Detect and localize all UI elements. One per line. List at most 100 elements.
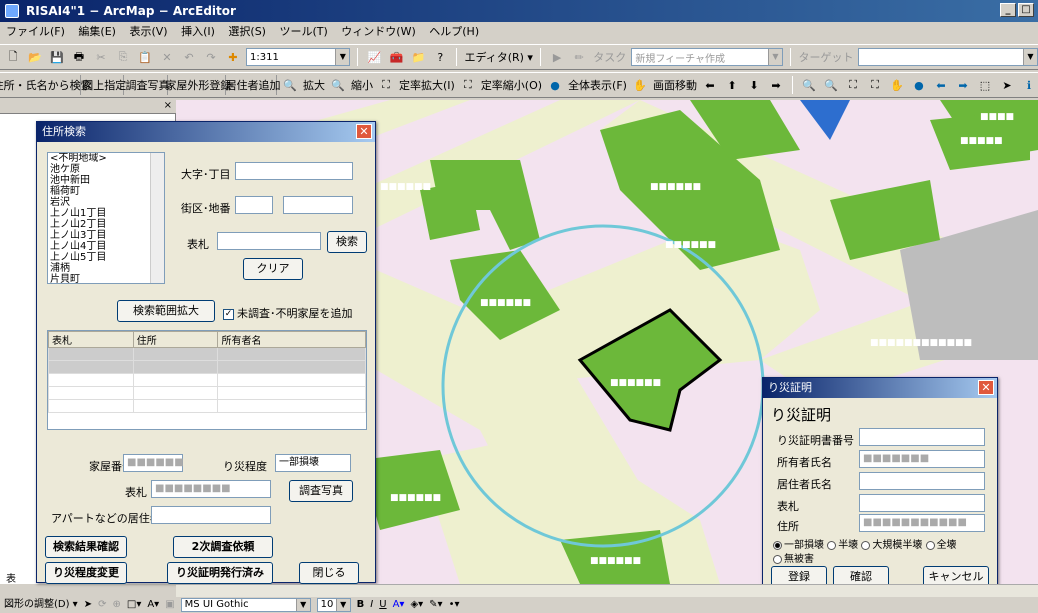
survey-photo-button[interactable]: 調査写真: [126, 75, 170, 95]
redo-icon[interactable]: ↷: [202, 47, 220, 67]
fixed-zoom-in-button[interactable]: 定率拡大(I): [399, 77, 455, 93]
drawing-menu[interactable]: 図形の調整(D) ▾: [4, 597, 78, 613]
rotate-icon[interactable]: ⟳: [98, 597, 106, 613]
list-item[interactable]: 浦柄: [48, 263, 164, 274]
address-field[interactable]: ■■■■■■■■■■■: [859, 514, 985, 532]
editor-menu[interactable]: エディタ(R) ▾: [464, 47, 533, 67]
pan-button[interactable]: 画面移動: [653, 77, 697, 93]
menu-view[interactable]: 表示(V): [129, 25, 167, 38]
close-button[interactable]: ✕: [356, 124, 372, 139]
task-combo[interactable]: 新規フィーチャ作成 ▼: [631, 48, 783, 66]
table-row[interactable]: [48, 399, 366, 413]
radio-half[interactable]: 半壊: [827, 540, 858, 551]
list-item[interactable]: 上ノ山1丁目: [48, 208, 164, 219]
expand-search-button[interactable]: 検索範囲拡大: [117, 300, 215, 322]
select-arrow-icon[interactable]: ➤: [84, 597, 92, 613]
list-item[interactable]: 片貝町: [48, 274, 164, 283]
kaoku-field[interactable]: ■■■■■■: [123, 454, 184, 472]
bold-button[interactable]: B: [357, 597, 365, 613]
zoom-whole-icon[interactable]: ⊕: [112, 597, 120, 613]
fixed-zoom-out-icon[interactable]: ⛶: [459, 75, 477, 95]
fixed-in-tool-icon[interactable]: ⛶: [844, 75, 862, 95]
column-header[interactable]: 所有者名: [217, 331, 366, 348]
menu-window[interactable]: ウィンドウ(W): [341, 25, 415, 38]
close-button[interactable]: ✕: [978, 380, 994, 395]
fill-color-icon[interactable]: ◈▾: [410, 597, 423, 613]
list-item[interactable]: <不明地域>: [48, 153, 164, 164]
table-row[interactable]: [48, 360, 366, 374]
list-item[interactable]: 岩沢: [48, 197, 164, 208]
table-row[interactable]: [48, 386, 366, 400]
menu-help[interactable]: ヘルプ(H): [429, 25, 479, 38]
list-item[interactable]: 上ノ山5丁目: [48, 252, 164, 263]
text-icon[interactable]: A▾: [147, 597, 159, 613]
open-icon[interactable]: 📂: [26, 47, 44, 67]
list-item[interactable]: 上ノ山4丁目: [48, 241, 164, 252]
select-features-icon[interactable]: ⬚: [976, 75, 994, 95]
fixed-zoom-out-button[interactable]: 定率縮小(O): [481, 77, 542, 93]
oaza-field[interactable]: [235, 162, 353, 180]
new-icon[interactable]: 🗋: [4, 47, 22, 67]
menu-tools[interactable]: ツール(T): [279, 25, 327, 38]
owner-field[interactable]: ■■■■■■■: [859, 450, 985, 468]
hyosatsu2-field[interactable]: ■■■■■■■■: [151, 480, 271, 498]
forward-extent-icon[interactable]: ➡: [954, 75, 972, 95]
paste-icon[interactable]: 📋: [136, 47, 154, 67]
edit-tool-icon[interactable]: ▶: [548, 47, 566, 67]
cert-issued-button[interactable]: り災証明発行済み: [167, 562, 273, 584]
table-row[interactable]: [48, 373, 366, 387]
italic-button[interactable]: I: [370, 597, 373, 613]
scrollbar[interactable]: [150, 153, 164, 283]
register-outline-button[interactable]: 家屋外形登録: [165, 75, 231, 95]
results-table[interactable]: 表札 住所 所有者名: [47, 330, 367, 430]
fixed-zoom-in-icon[interactable]: ⛶: [377, 75, 395, 95]
change-damage-button[interactable]: り災程度変更: [45, 562, 127, 584]
globe-icon[interactable]: ●: [546, 75, 564, 95]
arrow-down-icon[interactable]: ⬇: [745, 75, 763, 95]
add-resident-button[interactable]: 居住者追加: [226, 75, 281, 95]
delete-icon[interactable]: ✕: [158, 47, 176, 67]
toc-tab-label[interactable]: 表: [6, 570, 16, 585]
radio-total[interactable]: 全壊: [925, 540, 957, 551]
resident-field[interactable]: [151, 506, 271, 524]
underline-button[interactable]: U: [379, 597, 386, 613]
list-item[interactable]: 池中新田: [48, 175, 164, 186]
zoom-in-tool-icon[interactable]: 🔍: [800, 75, 818, 95]
font-size-combo[interactable]: 10 ▼: [316, 598, 351, 612]
minimize-button[interactable]: _: [1000, 3, 1016, 17]
zoom-out-tool-icon[interactable]: 🔍: [822, 75, 840, 95]
menu-file[interactable]: ファイル(F): [6, 25, 65, 38]
marker-color-icon[interactable]: •▾: [449, 597, 460, 613]
maximize-button[interactable]: □: [1018, 3, 1034, 17]
fixed-out-tool-icon[interactable]: ⛶: [866, 75, 884, 95]
line-color-icon[interactable]: ✎▾: [429, 597, 442, 613]
chiban-field[interactable]: [283, 196, 353, 214]
full-extent-icon[interactable]: ●: [910, 75, 928, 95]
zoom-in-button[interactable]: 拡大: [303, 77, 325, 93]
picture-icon[interactable]: ▣: [165, 597, 174, 613]
pan-tool-icon[interactable]: ✋: [888, 75, 906, 95]
hyosatsu-field[interactable]: [217, 232, 321, 250]
zoom-out-icon[interactable]: 🔍: [329, 75, 347, 95]
table-row[interactable]: [48, 347, 366, 361]
undo-icon[interactable]: ↶: [180, 47, 198, 67]
gaiku-field[interactable]: [235, 196, 273, 214]
arctoolbox-icon[interactable]: 🧰: [387, 47, 405, 67]
damage-field[interactable]: 一部損壊: [275, 454, 351, 472]
column-header[interactable]: 住所: [132, 331, 219, 348]
resident-field[interactable]: [859, 472, 985, 490]
print-icon[interactable]: 🖶: [70, 47, 88, 67]
sketch-tool-icon[interactable]: ✏: [570, 47, 588, 67]
close-dialog-button[interactable]: 閉じる: [299, 562, 359, 584]
select-elements-icon[interactable]: ➤: [998, 75, 1016, 95]
radio-large-half[interactable]: 大規模半壊: [861, 540, 922, 551]
add-data-icon[interactable]: ✚: [224, 47, 242, 67]
back-extent-icon[interactable]: ⬅: [932, 75, 950, 95]
target-combo[interactable]: ▼: [857, 48, 1038, 66]
map-horizontal-scrollbar[interactable]: [176, 584, 1038, 597]
list-item[interactable]: 上ノ山3丁目: [48, 230, 164, 241]
arrow-up-icon[interactable]: ⬆: [723, 75, 741, 95]
arrow-left-icon[interactable]: ⬅: [701, 75, 719, 95]
menu-insert[interactable]: 挿入(I): [181, 25, 215, 38]
cert-no-field[interactable]: [859, 428, 985, 446]
